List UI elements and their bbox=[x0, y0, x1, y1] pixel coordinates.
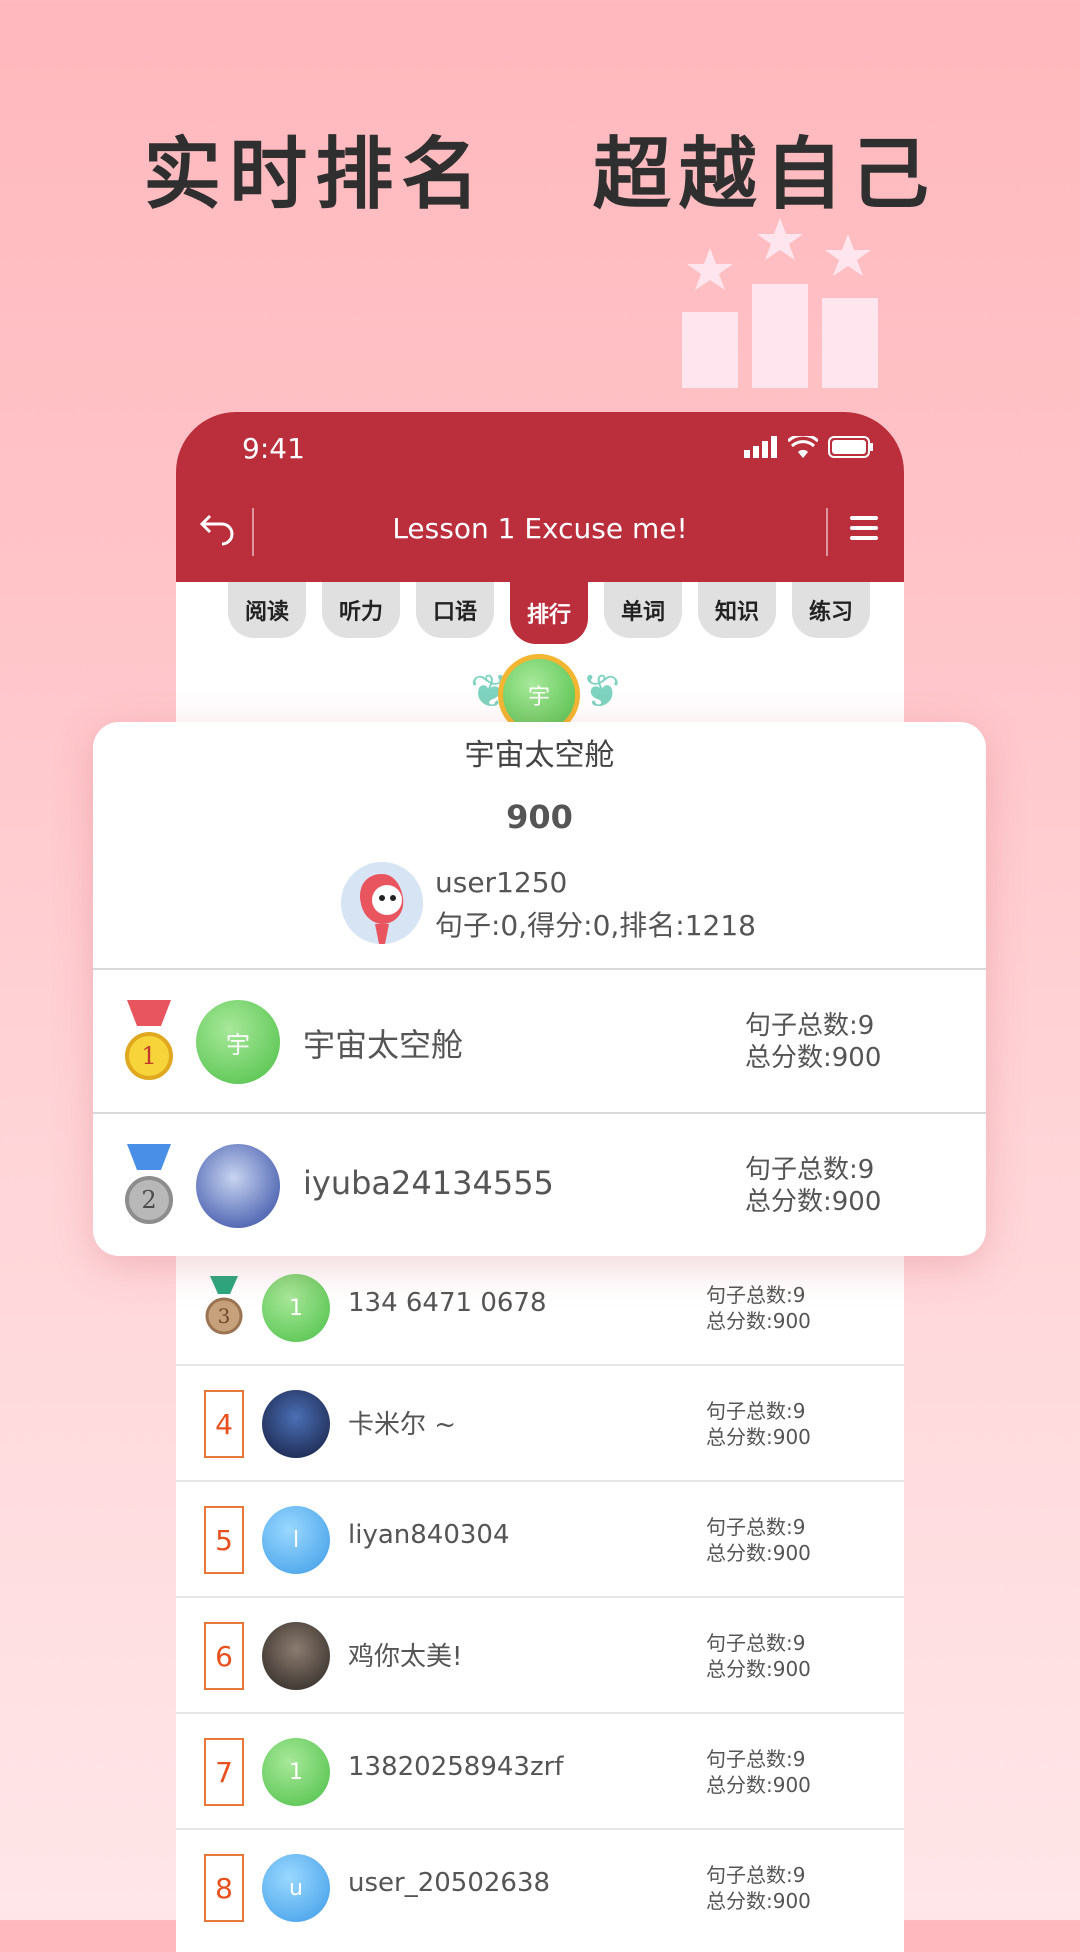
avatar[interactable] bbox=[196, 1144, 280, 1228]
leader-name: 宇宙太空舱 bbox=[464, 738, 615, 773]
app-header: 9:41 Lesson 1 Excuse me! bbox=[176, 412, 904, 582]
avatar[interactable]: u bbox=[262, 1854, 330, 1922]
sentence-count: 句子总数:9 bbox=[706, 1399, 806, 1423]
avatar[interactable]: 宇 bbox=[196, 1000, 280, 1084]
sentence-count: 句子总数:9 bbox=[706, 1863, 806, 1887]
headline: 实时排名 超越自己 bbox=[143, 130, 937, 220]
podium-stars-icon bbox=[682, 218, 878, 388]
avatar[interactable]: 1 bbox=[262, 1274, 330, 1342]
svg-text:3: 3 bbox=[218, 1304, 231, 1328]
user-name: 鸡你太美! bbox=[348, 1642, 463, 1672]
total-score: 总分数:900 bbox=[745, 1187, 882, 1217]
user-stats: 句子总数:9 总分数:900 bbox=[706, 1746, 811, 1798]
status-icons bbox=[744, 436, 874, 458]
total-score: 总分数:900 bbox=[706, 1425, 811, 1449]
signal-icon bbox=[744, 436, 777, 458]
sentence-count: 句子总数:9 bbox=[706, 1515, 806, 1539]
battery-icon bbox=[828, 436, 873, 458]
rank-number: 6 bbox=[204, 1622, 244, 1690]
avatar[interactable] bbox=[262, 1390, 330, 1458]
tab-bar: 阅读 听力 口语 排行 单词 知识 练习 bbox=[228, 582, 870, 644]
avatar[interactable] bbox=[262, 1622, 330, 1690]
silver-medal-icon: 2 bbox=[125, 1144, 173, 1224]
total-score: 总分数:900 bbox=[745, 1043, 882, 1073]
user-name: 13820258943zrf bbox=[348, 1752, 564, 1782]
ranking-row[interactable]: 5 l liyan840304 句子总数:9 总分数:900 bbox=[176, 1480, 904, 1598]
tab-knowledge[interactable]: 知识 bbox=[698, 582, 776, 638]
my-stats: 句子:0,得分:0,排名:1218 bbox=[435, 909, 756, 942]
user-stats: 句子总数:9 总分数:900 bbox=[706, 1282, 811, 1334]
back-arrow-icon[interactable] bbox=[198, 508, 238, 548]
sentence-count: 句子总数:9 bbox=[745, 1155, 875, 1185]
ranking-row[interactable]: 1 宇 宇宙太空舱 句子总数:9 总分数:900 bbox=[93, 968, 986, 1114]
user-stats: 句子总数:9 总分数:900 bbox=[706, 1862, 811, 1914]
my-avatar[interactable] bbox=[341, 862, 423, 944]
leader-score: 900 bbox=[506, 798, 573, 836]
sentence-count: 句子总数:9 bbox=[706, 1631, 806, 1655]
tab-words[interactable]: 单词 bbox=[604, 582, 682, 638]
total-score: 总分数:900 bbox=[706, 1889, 811, 1913]
user-stats: 句子总数:9 总分数:900 bbox=[745, 1154, 881, 1218]
total-score: 总分数:900 bbox=[706, 1773, 811, 1797]
avatar[interactable]: 1 bbox=[262, 1738, 330, 1806]
user-name: 134 6471 0678 bbox=[348, 1288, 547, 1318]
ranking-row[interactable]: 6 鸡你太美! 句子总数:9 总分数:900 bbox=[176, 1596, 904, 1714]
divider bbox=[826, 508, 828, 556]
tab-listening[interactable]: 听力 bbox=[322, 582, 400, 638]
user-stats: 句子总数:9 总分数:900 bbox=[706, 1398, 811, 1450]
laurel-icon: ❦ bbox=[582, 664, 621, 718]
total-score: 总分数:900 bbox=[706, 1541, 811, 1565]
user-name: 宇宙太空舱 bbox=[303, 1026, 464, 1064]
wifi-icon bbox=[788, 436, 818, 458]
lesson-title: Lesson 1 Excuse me! bbox=[392, 512, 688, 545]
user-name: iyuba24134555 bbox=[303, 1164, 554, 1202]
user-name: 卡米尔 ~ bbox=[348, 1410, 457, 1440]
total-score: 总分数:900 bbox=[706, 1657, 811, 1681]
tab-speaking[interactable]: 口语 bbox=[416, 582, 494, 638]
tab-ranking[interactable]: 排行 bbox=[510, 582, 588, 644]
gold-medal-icon: 1 bbox=[125, 1000, 173, 1080]
user-stats: 句子总数:9 总分数:900 bbox=[706, 1514, 811, 1566]
ranking-row[interactable]: 2 iyuba24134555 句子总数:9 总分数:900 bbox=[93, 1112, 986, 1256]
status-time: 9:41 bbox=[242, 432, 305, 465]
my-name: user1250 bbox=[435, 866, 568, 899]
user-stats: 句子总数:9 总分数:900 bbox=[745, 1010, 881, 1074]
rank-number: 5 bbox=[204, 1506, 244, 1574]
ranking-row[interactable]: 3 1 134 6471 0678 句子总数:9 总分数:900 bbox=[176, 1248, 904, 1366]
tab-reading[interactable]: 阅读 bbox=[228, 582, 306, 638]
ranking-row[interactable]: 4 卡米尔 ~ 句子总数:9 总分数:900 bbox=[176, 1364, 904, 1482]
ranking-card: 宇宙太空舱 900 user1250 句子:0,得分:0,排名:1218 1 宇… bbox=[93, 722, 986, 1256]
sentence-count: 句子总数:9 bbox=[745, 1011, 875, 1041]
rank-number: 8 bbox=[204, 1854, 244, 1922]
svg-text:2: 2 bbox=[141, 1186, 156, 1214]
menu-icon[interactable] bbox=[848, 512, 880, 544]
ranking-row[interactable]: 8 u user_20502638 句子总数:9 总分数:900 bbox=[176, 1828, 904, 1946]
rank-number: 4 bbox=[204, 1390, 244, 1458]
user-name: user_20502638 bbox=[348, 1868, 551, 1898]
total-score: 总分数:900 bbox=[706, 1309, 811, 1333]
divider bbox=[252, 508, 254, 556]
sentence-count: 句子总数:9 bbox=[706, 1283, 806, 1307]
user-name: liyan840304 bbox=[348, 1520, 510, 1550]
sentence-count: 句子总数:9 bbox=[706, 1747, 806, 1771]
bronze-medal-icon: 3 bbox=[205, 1276, 243, 1335]
svg-text:1: 1 bbox=[141, 1042, 156, 1070]
avatar[interactable]: l bbox=[262, 1506, 330, 1574]
user-stats: 句子总数:9 总分数:900 bbox=[706, 1630, 811, 1682]
rank-number: 7 bbox=[204, 1738, 244, 1806]
tab-practice[interactable]: 练习 bbox=[792, 582, 870, 638]
ranking-row[interactable]: 7 1 13820258943zrf 句子总数:9 总分数:900 bbox=[176, 1712, 904, 1830]
